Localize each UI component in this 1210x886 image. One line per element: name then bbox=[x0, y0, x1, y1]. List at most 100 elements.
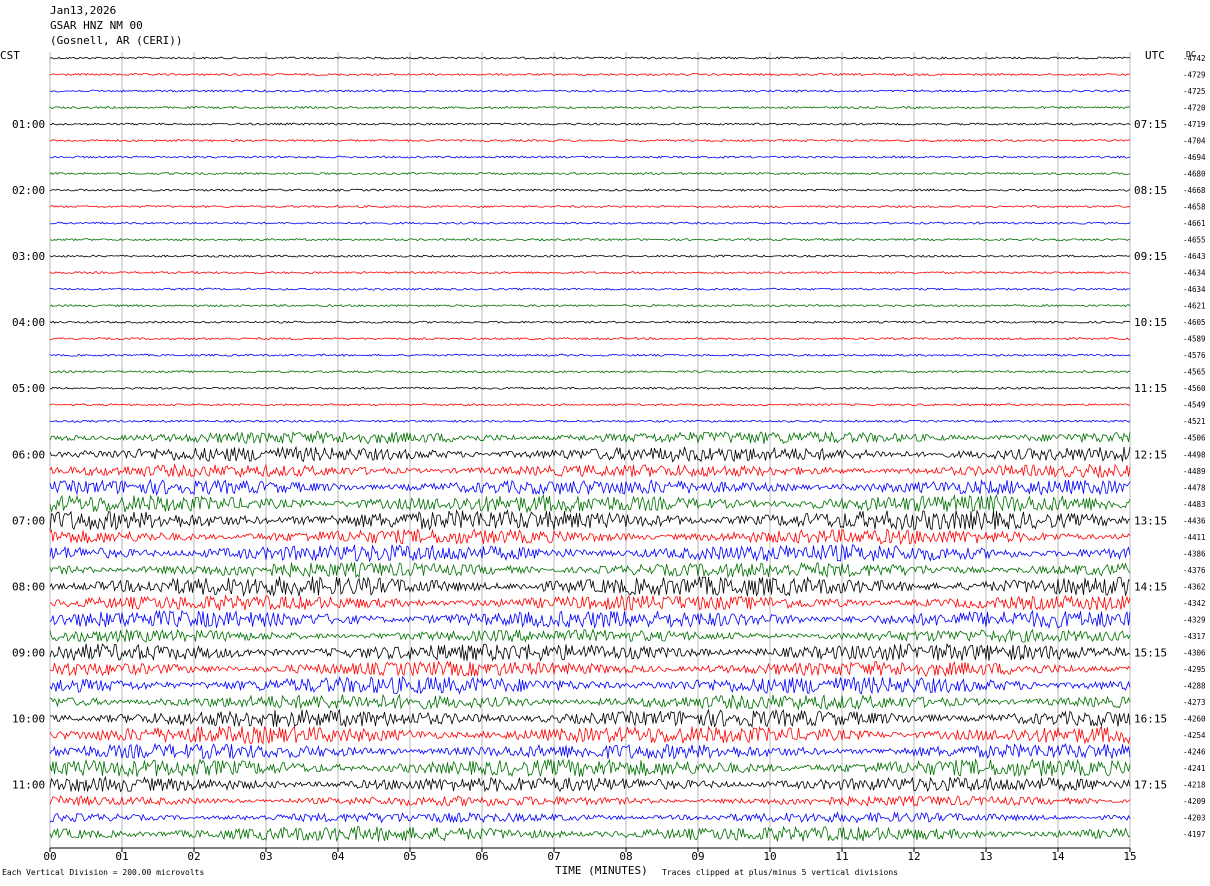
tick-label-03: 03 bbox=[259, 850, 272, 863]
dc-offset-label: -4411 bbox=[1183, 533, 1206, 542]
trace-row-40 bbox=[49, 708, 1131, 728]
hour-label-left: 09:00 bbox=[12, 646, 45, 659]
location-label: (Gosnell, AR (CERI)) bbox=[50, 34, 183, 47]
clip-note: Traces clipped at plus/minus 5 vertical … bbox=[662, 868, 899, 877]
trace-row-3 bbox=[49, 105, 1131, 110]
dc-offset-label: -4478 bbox=[1183, 483, 1206, 492]
trace-row-1 bbox=[49, 72, 1131, 77]
dc-offset-label: -4342 bbox=[1183, 599, 1206, 608]
tick-label-07: 07 bbox=[547, 850, 560, 863]
station-label: GSAR HNZ NM 00 bbox=[50, 19, 143, 32]
dc-offset-label: -4483 bbox=[1183, 500, 1206, 509]
dc-offset-label: -4362 bbox=[1183, 582, 1206, 591]
trace-row-34 bbox=[49, 609, 1131, 630]
trace-row-10 bbox=[49, 221, 1131, 225]
dc-offset-label: -4246 bbox=[1183, 747, 1206, 756]
hour-label-left: 02:00 bbox=[12, 184, 45, 197]
trace-row-37 bbox=[49, 660, 1131, 678]
trace-row-29 bbox=[49, 528, 1131, 546]
x-axis-title: TIME (MINUTES) bbox=[555, 864, 648, 877]
trace-row-47 bbox=[49, 825, 1131, 842]
hour-label-right: 12:15 bbox=[1134, 448, 1167, 461]
dc-offset-label: -4661 bbox=[1183, 219, 1206, 228]
dc-offset-label: -4560 bbox=[1183, 384, 1206, 393]
tick-label-06: 06 bbox=[475, 850, 488, 863]
tick-label-10: 10 bbox=[763, 850, 776, 863]
hour-label-left: 10:00 bbox=[12, 712, 45, 725]
tick-label-09: 09 bbox=[691, 850, 704, 863]
trace-row-46 bbox=[49, 811, 1131, 824]
tick-label-11: 11 bbox=[835, 850, 848, 863]
hour-label-right: 08:15 bbox=[1134, 184, 1167, 197]
date-label: Jan13,2026 bbox=[50, 4, 117, 17]
dc-offset-label: -4288 bbox=[1183, 681, 1206, 690]
dc-offset-label: -4704 bbox=[1183, 137, 1206, 146]
tick-label-04: 04 bbox=[331, 850, 345, 863]
trace-row-6 bbox=[49, 155, 1131, 159]
tick-label-14: 14 bbox=[1051, 850, 1065, 863]
trace-row-36 bbox=[49, 642, 1131, 662]
dc-offset-label: -4655 bbox=[1183, 236, 1206, 245]
hour-label-right: 16:15 bbox=[1134, 712, 1167, 725]
hour-label-right: 09:15 bbox=[1134, 250, 1167, 263]
hour-label-left: 06:00 bbox=[12, 448, 45, 461]
trace-row-24 bbox=[49, 445, 1131, 463]
trace-row-14 bbox=[49, 287, 1131, 291]
hour-label-left: 01:00 bbox=[12, 118, 45, 131]
dc-offset-label: -4643 bbox=[1183, 252, 1206, 261]
dc-offset-label: -4668 bbox=[1183, 186, 1206, 195]
trace-row-19 bbox=[49, 370, 1131, 374]
trace-row-11 bbox=[49, 238, 1131, 242]
hour-label-right: 11:15 bbox=[1134, 382, 1167, 395]
scale-note: Each Vertical Division = 200.00 microvol… bbox=[2, 868, 205, 877]
hour-label-left: 03:00 bbox=[12, 250, 45, 263]
dc-offset-label: -4329 bbox=[1183, 615, 1206, 624]
dc-offset-label: -4376 bbox=[1183, 566, 1206, 575]
dc-offset-label: -4549 bbox=[1183, 401, 1206, 410]
dc-offset-label: -4634 bbox=[1183, 285, 1206, 294]
tick-label-05: 05 bbox=[403, 850, 416, 863]
trace-row-4 bbox=[49, 122, 1131, 126]
trace-row-45 bbox=[49, 795, 1131, 808]
trace-row-12 bbox=[49, 254, 1131, 258]
hour-label-left: 05:00 bbox=[12, 382, 45, 395]
hour-label-right: 10:15 bbox=[1134, 316, 1167, 329]
dc-offset-label: -4260 bbox=[1183, 714, 1206, 723]
dc-offset-label: -4317 bbox=[1183, 632, 1206, 641]
dc-offset-label: -4621 bbox=[1183, 302, 1206, 311]
trace-row-9 bbox=[49, 205, 1131, 209]
dc-offset-label: -4694 bbox=[1183, 153, 1206, 162]
dc-offset-label: -4386 bbox=[1183, 549, 1206, 558]
trace-group: -4742-4729-4725-4720-4719-4704-4694-4680… bbox=[12, 54, 1206, 842]
minute-gridlines bbox=[49, 52, 1131, 848]
hour-label-right: 14:15 bbox=[1134, 580, 1167, 593]
dc-offset-label: -4521 bbox=[1183, 417, 1206, 426]
trace-row-15 bbox=[49, 304, 1131, 308]
trace-row-44 bbox=[49, 775, 1131, 793]
dc-header-label: DC bbox=[1186, 50, 1196, 59]
dc-offset-label: -4589 bbox=[1183, 335, 1206, 344]
hour-label-right: 17:15 bbox=[1134, 778, 1167, 791]
trace-row-28 bbox=[49, 509, 1131, 532]
trace-row-5 bbox=[49, 139, 1131, 143]
dc-offset-label: -4306 bbox=[1183, 648, 1206, 657]
dc-offset-label: -4719 bbox=[1183, 120, 1206, 129]
tick-label-15: 15 bbox=[1123, 850, 1136, 863]
dc-offset-label: -4506 bbox=[1183, 434, 1206, 443]
trace-row-21 bbox=[49, 403, 1131, 407]
tick-label-01: 01 bbox=[115, 850, 128, 863]
trace-row-31 bbox=[49, 561, 1131, 579]
trace-row-41 bbox=[49, 725, 1131, 745]
dc-offset-label: -4634 bbox=[1183, 269, 1206, 278]
trace-row-38 bbox=[49, 675, 1131, 695]
hour-label-left: 04:00 bbox=[12, 316, 45, 329]
helicorder-plot: -4742-4729-4725-4720-4719-4704-4694-4680… bbox=[12, 52, 1206, 863]
trace-row-27 bbox=[49, 493, 1131, 514]
dc-offset-label: -4203 bbox=[1183, 813, 1206, 822]
trace-row-13 bbox=[49, 270, 1131, 275]
dc-offset-label: -4725 bbox=[1183, 87, 1206, 96]
dc-offset-label: -4197 bbox=[1183, 830, 1206, 839]
tick-label-12: 12 bbox=[907, 850, 920, 863]
hour-label-right: 15:15 bbox=[1134, 646, 1167, 659]
trace-row-35 bbox=[49, 628, 1131, 644]
